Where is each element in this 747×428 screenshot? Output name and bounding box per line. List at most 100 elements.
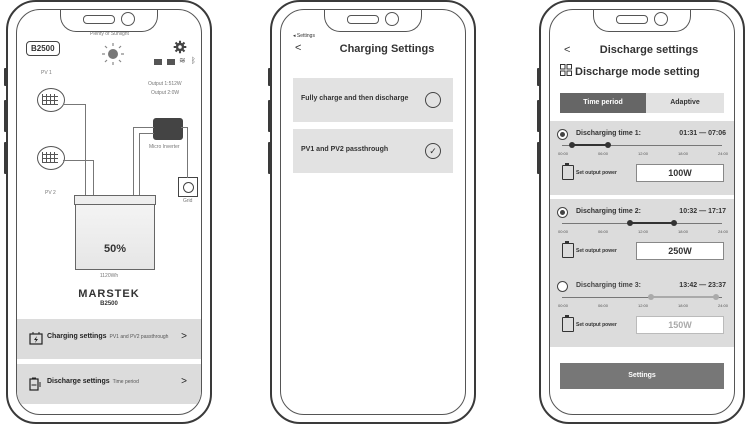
discharge-icon — [562, 163, 574, 180]
set-output-label: Set output power — [576, 322, 617, 328]
power-input[interactable]: 100W — [636, 164, 724, 182]
home-screen: B2500 Plenty of Sunlight ≋ ᛒ PV 1 PV 2 O… — [16, 9, 202, 415]
time-tick-label: 06:00 — [598, 229, 609, 234]
battery-percentage: 50% — [103, 243, 127, 255]
pv1-label: PV 1 — [41, 70, 52, 76]
wifi-icon: ≋ — [179, 56, 186, 65]
option-label: Fully charge and then discharge — [301, 95, 409, 102]
period-name: Discharging time 3: — [576, 282, 641, 289]
time-range-slider[interactable] — [562, 220, 722, 226]
discharge-icon — [562, 241, 574, 258]
discharge-settings-row[interactable]: Discharge settings Time period > — [17, 364, 201, 404]
start-time-handle[interactable] — [568, 142, 575, 148]
back-to-settings-link[interactable]: ◂ Settings — [293, 33, 315, 39]
battery-status-icon — [167, 59, 175, 65]
selected-range-bar — [571, 144, 609, 146]
status-icons: ≋ ᛒ — [154, 56, 201, 68]
set-output-label: Set output power — [576, 170, 617, 176]
time-range-slider[interactable] — [562, 142, 722, 148]
chevron-right-icon: > — [181, 376, 187, 387]
capacity-label: 1120Wh — [99, 273, 119, 279]
period-range[interactable]: 13:42 — 23:37 — [679, 282, 726, 289]
battery-graphic: 50% — [74, 195, 156, 270]
charging-settings-row[interactable]: Charging settings PV1 and PV2 passthrough… — [17, 319, 201, 359]
discharge-period-2: Discharging time 2: 10:32 — 17:17 00:00 06:… — [550, 199, 734, 273]
charging-settings-label: Charging settings — [47, 333, 107, 340]
settings-button[interactable]: Settings — [560, 363, 724, 389]
time-tick-label: 24:00 — [718, 303, 729, 308]
start-time-handle[interactable] — [648, 294, 655, 300]
mode-segmented-control: Time period Adaptive — [560, 93, 724, 113]
discharge-period-1: Discharging time 1: 01:31 — 07:06 00:00 06:… — [550, 121, 734, 195]
time-tick-label: 00:00 — [558, 229, 569, 234]
period-toggle-radio[interactable] — [557, 129, 568, 140]
start-time-handle[interactable] — [627, 220, 634, 226]
battery-status-icon — [154, 59, 162, 65]
output2-label: Output 2:0W — [151, 90, 180, 96]
discharge-icon — [562, 315, 574, 332]
wire — [181, 127, 188, 178]
pv2-label: PV 2 — [45, 190, 56, 196]
period-range[interactable]: 10:32 — 17:17 — [679, 208, 726, 215]
model-label: B2500 — [100, 301, 118, 307]
radio-empty-icon[interactable] — [425, 92, 441, 108]
end-time-handle[interactable] — [712, 294, 719, 300]
check-circle-icon[interactable]: ✓ — [425, 143, 441, 159]
discharge-settings-value: Time period — [112, 379, 139, 385]
time-tick-label: 12:00 — [638, 151, 649, 156]
period-toggle-radio[interactable] — [557, 207, 568, 218]
charging-settings-value: PV1 and PV2 passthrough — [109, 334, 169, 340]
solar-panel-icon — [37, 146, 65, 170]
time-tick-label: 00:00 — [558, 303, 569, 308]
time-tick-label: 00:00 — [558, 151, 569, 156]
grid-menu-icon — [560, 64, 572, 76]
page-title: Charging Settings — [339, 43, 435, 55]
selected-range-bar — [651, 296, 716, 298]
gear-icon[interactable] — [173, 40, 187, 54]
discharge-icon — [29, 377, 41, 391]
time-tick-label: 12:00 — [638, 303, 649, 308]
time-tick-label: 18:00 — [678, 303, 689, 308]
charging-icon — [29, 332, 43, 345]
end-time-handle[interactable] — [605, 142, 612, 148]
bluetooth-icon: ᛒ — [191, 56, 196, 65]
section-title: Discharge mode setting — [575, 66, 700, 78]
discharge-period-3: Discharging time 3: 13:42 — 23:37 00:00 06:… — [550, 273, 734, 347]
output1-label: Output 1:512W — [148, 81, 182, 87]
wire — [139, 133, 154, 203]
period-name: Discharging time 1: — [576, 130, 641, 137]
time-tick-label: 12:00 — [638, 229, 649, 234]
period-name: Discharging time 2: — [576, 208, 641, 215]
discharge-settings-label: Discharge settings — [47, 378, 110, 385]
micro-inverter-icon — [153, 118, 183, 140]
time-tick-label: 06:00 — [598, 151, 609, 156]
option-pv-passthrough[interactable]: PV1 and PV2 passthrough ✓ — [293, 129, 453, 173]
time-range-slider[interactable] — [562, 294, 722, 300]
set-output-label: Set output power — [576, 248, 617, 254]
selected-range-bar — [630, 222, 675, 224]
device-selector[interactable]: B2500 — [26, 41, 60, 56]
power-input[interactable]: 150W — [636, 316, 724, 334]
grid-label: Grid — [183, 198, 193, 204]
tab-adaptive[interactable]: Adaptive — [646, 93, 724, 113]
tab-time-period[interactable]: Time period — [560, 93, 646, 113]
grid-socket-icon — [178, 177, 198, 197]
page-title: Discharge settings — [599, 44, 699, 56]
period-toggle-radio[interactable] — [557, 281, 568, 292]
option-label: PV1 and PV2 passthrough — [301, 146, 389, 153]
phone-charging-settings: ◂ Settings < Charging Settings Fully cha… — [268, 0, 476, 424]
charging-screen: ◂ Settings < Charging Settings Fully cha… — [280, 9, 466, 415]
period-range[interactable]: 01:31 — 07:06 — [679, 130, 726, 137]
time-tick-label: 24:00 — [718, 151, 729, 156]
solar-panel-icon — [37, 88, 65, 112]
brand-logo: MARSTEK — [78, 288, 140, 300]
phone-discharge-settings: < Discharge settings Discharge mode sett… — [537, 0, 745, 424]
discharge-screen: < Discharge settings Discharge mode sett… — [549, 9, 735, 415]
time-tick-label: 18:00 — [678, 229, 689, 234]
chevron-right-icon: > — [181, 331, 187, 342]
end-time-handle[interactable] — [671, 220, 678, 226]
sun-icon — [102, 43, 124, 65]
option-fully-charge[interactable]: Fully charge and then discharge — [293, 78, 453, 122]
power-input[interactable]: 250W — [636, 242, 724, 260]
time-tick-label: 06:00 — [598, 303, 609, 308]
